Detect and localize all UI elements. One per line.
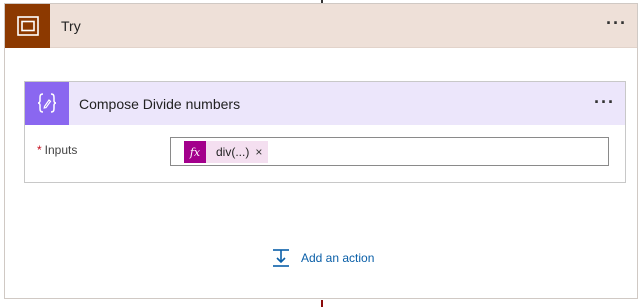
expression-token-label: div(...) [216, 145, 250, 159]
action-more-options-button[interactable]: ··· [594, 92, 615, 113]
action-header[interactable]: Compose Divide numbers ··· [25, 82, 625, 125]
flow-connector-bottom [321, 300, 323, 307]
add-action-icon [273, 249, 289, 267]
function-icon: fx [184, 141, 206, 163]
scope-title: Try [61, 18, 81, 34]
scope-more-options-button[interactable]: ··· [606, 13, 627, 34]
try-scope-card: Try ··· Compose Divide numbers ··· * Inpu… [4, 3, 638, 299]
scope-header[interactable]: Try ··· [5, 4, 637, 48]
remove-token-icon[interactable]: × [255, 145, 268, 159]
add-action-button[interactable]: Add an action [271, 246, 374, 270]
required-marker: * [37, 143, 42, 157]
add-action-label: Add an action [301, 251, 375, 265]
compose-icon [25, 82, 69, 125]
action-title: Compose Divide numbers [79, 96, 241, 112]
compose-action-card: Compose Divide numbers ··· * Inputs fx di… [24, 81, 626, 183]
expression-token[interactable]: fx div(...) × [184, 141, 269, 163]
inputs-label-text: Inputs [44, 143, 78, 157]
inputs-field[interactable]: fx div(...) × [170, 137, 609, 166]
scope-icon [5, 4, 50, 48]
inputs-label: * Inputs [37, 143, 77, 157]
